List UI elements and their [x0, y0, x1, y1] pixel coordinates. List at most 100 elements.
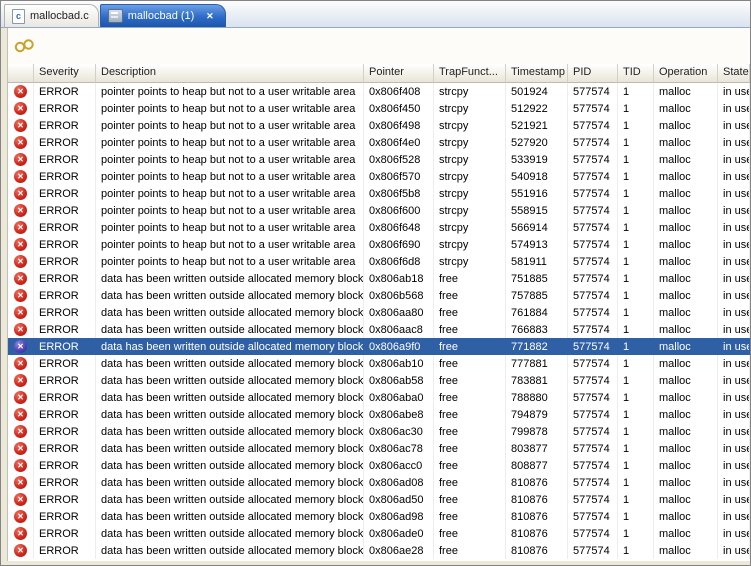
column-header-trapfunction[interactable]: TrapFunct...	[434, 64, 506, 83]
table-row[interactable]: ✕ERRORdata has been written outside allo…	[8, 270, 750, 287]
cell-pointer: 0x806ab18	[364, 270, 434, 287]
column-header-tid[interactable]: TID	[618, 64, 654, 83]
cell-operation: malloc	[654, 525, 718, 542]
cell-tid: 1	[618, 304, 654, 321]
cell-severity-icon: ✕	[8, 355, 34, 372]
cell-pointer: 0x806aa80	[364, 304, 434, 321]
cell-severity-icon: ✕	[8, 525, 34, 542]
table-row[interactable]: ✕ERRORpointer points to heap but not to …	[8, 151, 750, 168]
table-row[interactable]: ✕ERRORpointer points to heap but not to …	[8, 185, 750, 202]
cell-severity-icon: ✕	[8, 202, 34, 219]
cell-description: pointer points to heap but not to a user…	[96, 236, 364, 253]
tab-mallocbad-c[interactable]: c mallocbad.c	[4, 4, 99, 27]
cell-pointer: 0x806f690	[364, 236, 434, 253]
table-row[interactable]: ✕ERRORdata has been written outside allo…	[8, 423, 750, 440]
table-row[interactable]: ✕ERRORdata has been written outside allo…	[8, 491, 750, 508]
cell-operation: malloc	[654, 406, 718, 423]
column-header-pointer[interactable]: Pointer	[364, 64, 434, 83]
cell-pid: 577574	[568, 372, 618, 389]
column-header-timestamp[interactable]: Timestamp	[506, 64, 568, 83]
cell-operation: malloc	[654, 338, 718, 355]
table-row[interactable]: ✕ERRORdata has been written outside allo…	[8, 457, 750, 474]
cell-timestamp: 799878	[506, 423, 568, 440]
cell-operation: malloc	[654, 117, 718, 134]
table-row[interactable]: ✕ERRORdata has been written outside allo…	[8, 440, 750, 457]
table-row[interactable]: ✕ERRORdata has been written outside allo…	[8, 304, 750, 321]
cell-pid: 577574	[568, 219, 618, 236]
error-icon: ✕	[14, 374, 27, 387]
cell-state: in use	[718, 457, 750, 474]
cell-tid: 1	[618, 134, 654, 151]
table-row[interactable]: ✕ERRORdata has been written outside allo…	[8, 474, 750, 491]
column-header-severity[interactable]: Severity	[34, 64, 96, 83]
error-icon: ✕	[14, 85, 27, 98]
table-row[interactable]: ✕ERRORdata has been written outside allo…	[8, 338, 750, 355]
cell-severity-icon: ✕	[8, 151, 34, 168]
table-row[interactable]: ✕ERRORpointer points to heap but not to …	[8, 100, 750, 117]
table-row[interactable]: ✕ERRORpointer points to heap but not to …	[8, 219, 750, 236]
table-row[interactable]: ✕ERRORdata has been written outside allo…	[8, 355, 750, 372]
table-row[interactable]: ✕ERRORpointer points to heap but not to …	[8, 253, 750, 270]
cell-pointer: 0x806ac30	[364, 423, 434, 440]
cell-timestamp: 558915	[506, 202, 568, 219]
column-header-state[interactable]: State	[718, 64, 750, 83]
table-row[interactable]: ✕ERRORpointer points to heap but not to …	[8, 117, 750, 134]
column-header-pid[interactable]: PID	[568, 64, 618, 83]
cell-pid: 577574	[568, 304, 618, 321]
cell-pointer: 0x806f6d8	[364, 253, 434, 270]
cell-operation: malloc	[654, 185, 718, 202]
cell-description: pointer points to heap but not to a user…	[96, 219, 364, 236]
cell-tid: 1	[618, 457, 654, 474]
cell-timestamp: 766883	[506, 321, 568, 338]
table-row[interactable]: ✕ERRORdata has been written outside allo…	[8, 321, 750, 338]
cell-description: data has been written outside allocated …	[96, 338, 364, 355]
column-header-operation[interactable]: Operation	[654, 64, 718, 83]
cell-pointer: 0x806f4e0	[364, 134, 434, 151]
cell-state: in use	[718, 338, 750, 355]
table-header: Severity Description Pointer TrapFunct..…	[8, 64, 750, 83]
table-row[interactable]: ✕ERRORpointer points to heap but not to …	[8, 236, 750, 253]
table-row[interactable]: ✕ERRORdata has been written outside allo…	[8, 525, 750, 542]
error-icon: ✕	[14, 255, 27, 268]
cell-severity: ERROR	[34, 100, 96, 117]
cell-tid: 1	[618, 236, 654, 253]
cell-tid: 1	[618, 287, 654, 304]
cell-state: in use	[718, 423, 750, 440]
table-row[interactable]: ✕ERRORpointer points to heap but not to …	[8, 83, 750, 100]
error-icon: ✕	[14, 340, 27, 353]
table-row[interactable]: ✕ERRORpointer points to heap but not to …	[8, 168, 750, 185]
error-icon: ✕	[14, 221, 27, 234]
cell-operation: malloc	[654, 474, 718, 491]
cell-operation: malloc	[654, 355, 718, 372]
cell-tid: 1	[618, 491, 654, 508]
inspect-glasses-icon	[13, 37, 35, 55]
table-row[interactable]: ✕ERRORdata has been written outside allo…	[8, 287, 750, 304]
tab-mallocbad-session[interactable]: mallocbad (1) ✕	[100, 4, 227, 27]
column-header-icon[interactable]	[8, 64, 34, 83]
cell-description: data has been written outside allocated …	[96, 372, 364, 389]
cell-severity-icon: ✕	[8, 406, 34, 423]
error-icon: ✕	[14, 153, 27, 166]
table-row[interactable]: ✕ERRORdata has been written outside allo…	[8, 389, 750, 406]
table-row[interactable]: ✕ERRORdata has been written outside allo…	[8, 372, 750, 389]
cell-state: in use	[718, 508, 750, 525]
cell-tid: 1	[618, 253, 654, 270]
cell-pointer: 0x806ad08	[364, 474, 434, 491]
cell-pid: 577574	[568, 287, 618, 304]
close-icon[interactable]: ✕	[203, 10, 216, 23]
column-header-description[interactable]: Description	[96, 64, 364, 83]
cell-severity: ERROR	[34, 423, 96, 440]
table-row[interactable]: ✕ERRORpointer points to heap but not to …	[8, 202, 750, 219]
table-row[interactable]: ✕ERRORpointer points to heap but not to …	[8, 134, 750, 151]
cell-severity-icon: ✕	[8, 100, 34, 117]
table-row[interactable]: ✕ERRORdata has been written outside allo…	[8, 406, 750, 423]
cell-severity: ERROR	[34, 253, 96, 270]
error-icon: ✕	[14, 493, 27, 506]
cell-trap-function: free	[434, 440, 506, 457]
cell-state: in use	[718, 236, 750, 253]
cell-severity: ERROR	[34, 542, 96, 559]
table-row[interactable]: ✕ERRORdata has been written outside allo…	[8, 508, 750, 525]
error-icon: ✕	[14, 510, 27, 523]
table-row[interactable]: ✕ERRORdata has been written outside allo…	[8, 542, 750, 559]
cell-timestamp: 761884	[506, 304, 568, 321]
